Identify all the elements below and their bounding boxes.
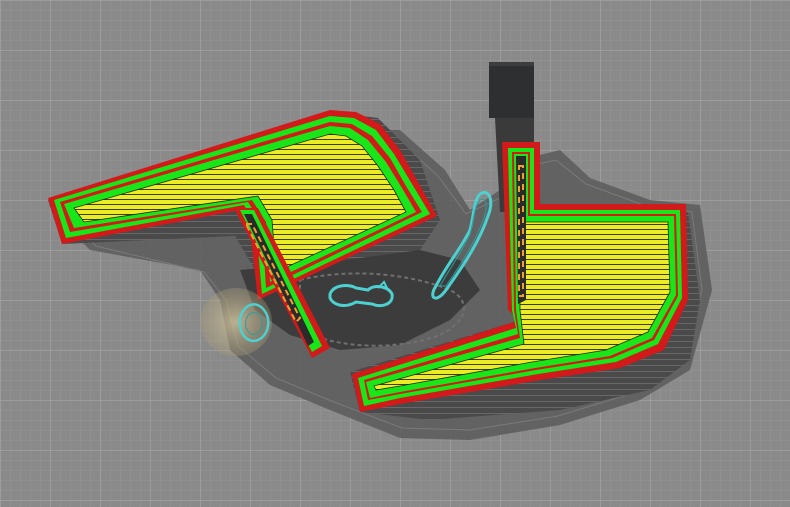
ghost-object (200, 288, 272, 356)
print-preview-viewport[interactable] (0, 0, 790, 507)
print-preview-canvas[interactable] (0, 0, 790, 507)
